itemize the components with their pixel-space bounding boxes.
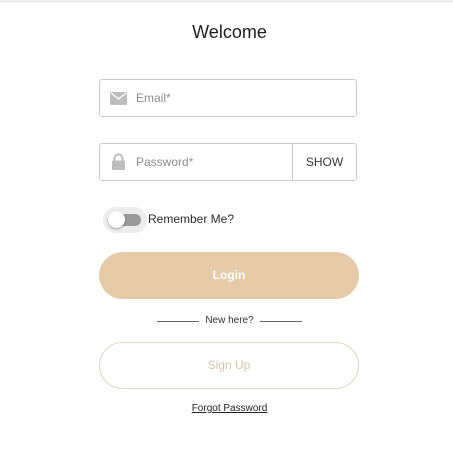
remember-me-toggle[interactable]	[103, 207, 147, 233]
toggle-knob	[108, 211, 125, 228]
sign-up-button[interactable]: Sign Up	[99, 342, 359, 389]
divider-line-left	[157, 321, 199, 322]
remember-me-label: Remember Me?	[148, 212, 235, 226]
lock-icon	[110, 153, 127, 170]
envelope-icon	[110, 91, 127, 106]
top-border	[0, 0, 453, 3]
password-input[interactable]	[136, 144, 286, 180]
show-password-button[interactable]: SHOW	[292, 144, 356, 180]
divider-text: New here?	[205, 315, 254, 326]
page-title: Welcome	[192, 22, 267, 42]
login-button[interactable]: Login	[99, 252, 359, 299]
forgot-password-link[interactable]: Forgot Password	[0, 403, 453, 414]
divider-line-right	[260, 321, 302, 322]
new-here-divider: New here?	[157, 313, 302, 329]
email-input[interactable]	[136, 80, 350, 116]
email-field-container	[99, 79, 357, 117]
password-field-container: SHOW	[99, 143, 357, 181]
